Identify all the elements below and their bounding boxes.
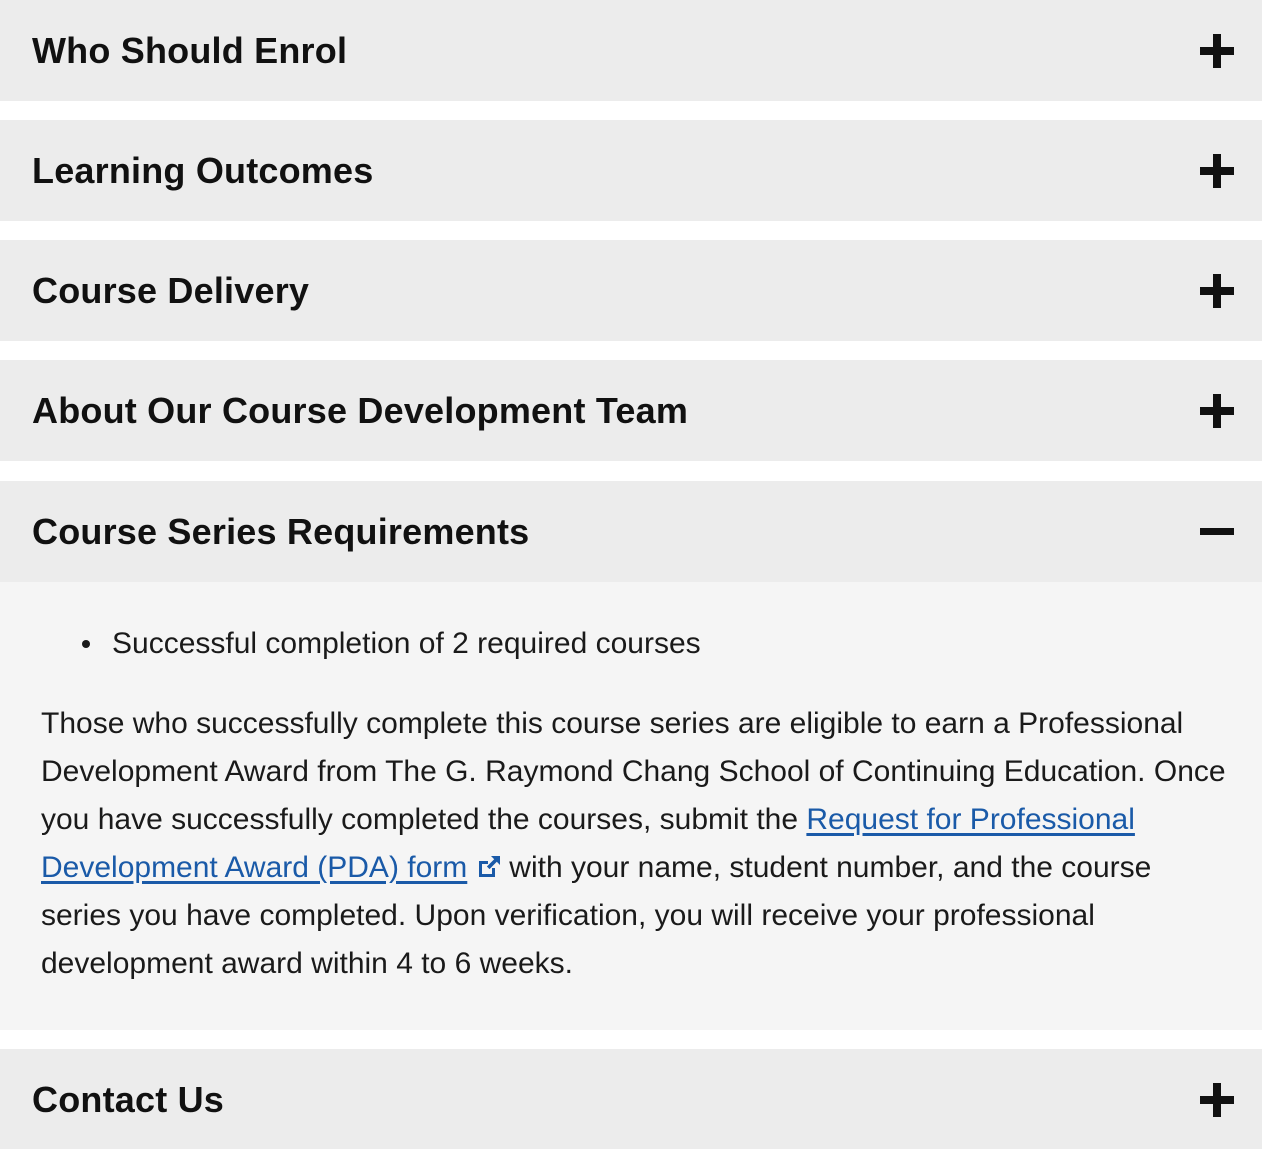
accordion-header-course-delivery[interactable]: Course Delivery — [0, 240, 1262, 341]
accordion-header-who-should-enrol[interactable]: Who Should Enrol — [0, 0, 1262, 101]
plus-icon[interactable] — [1198, 392, 1236, 430]
plus-icon[interactable] — [1198, 272, 1236, 310]
plus-icon[interactable] — [1198, 32, 1236, 70]
accordion-title: Course Delivery — [32, 269, 310, 311]
minus-icon[interactable] — [1198, 513, 1236, 551]
plus-icon[interactable] — [1198, 1081, 1236, 1119]
accordion-title: About Our Course Development Team — [32, 389, 689, 431]
plus-icon[interactable] — [1198, 152, 1236, 190]
accordion-title: Learning Outcomes — [32, 149, 374, 191]
list-item: Successful completion of 2 required cour… — [82, 620, 701, 668]
external-link-icon — [475, 848, 503, 877]
list-item-text: Successful completion of 2 required cour… — [112, 627, 701, 660]
accordion-title: Who Should Enrol — [32, 29, 348, 71]
accordion-header-contact-us[interactable]: Contact Us — [0, 1049, 1262, 1149]
requirements-list: Successful completion of 2 required cour… — [82, 620, 701, 668]
accordion-title: Contact Us — [32, 1078, 225, 1120]
accordion-header-course-series-requirements[interactable]: Course Series Requirements — [0, 481, 1262, 582]
accordion-header-about-team[interactable]: About Our Course Development Team — [0, 360, 1262, 461]
bullet-icon — [82, 640, 90, 648]
accordion-header-learning-outcomes[interactable]: Learning Outcomes — [0, 120, 1262, 221]
award-paragraph: Those who successfully complete this cou… — [41, 700, 1231, 988]
accordion-panel-course-series-requirements: Successful completion of 2 required cour… — [0, 582, 1262, 1030]
accordion-title: Course Series Requirements — [32, 510, 530, 552]
